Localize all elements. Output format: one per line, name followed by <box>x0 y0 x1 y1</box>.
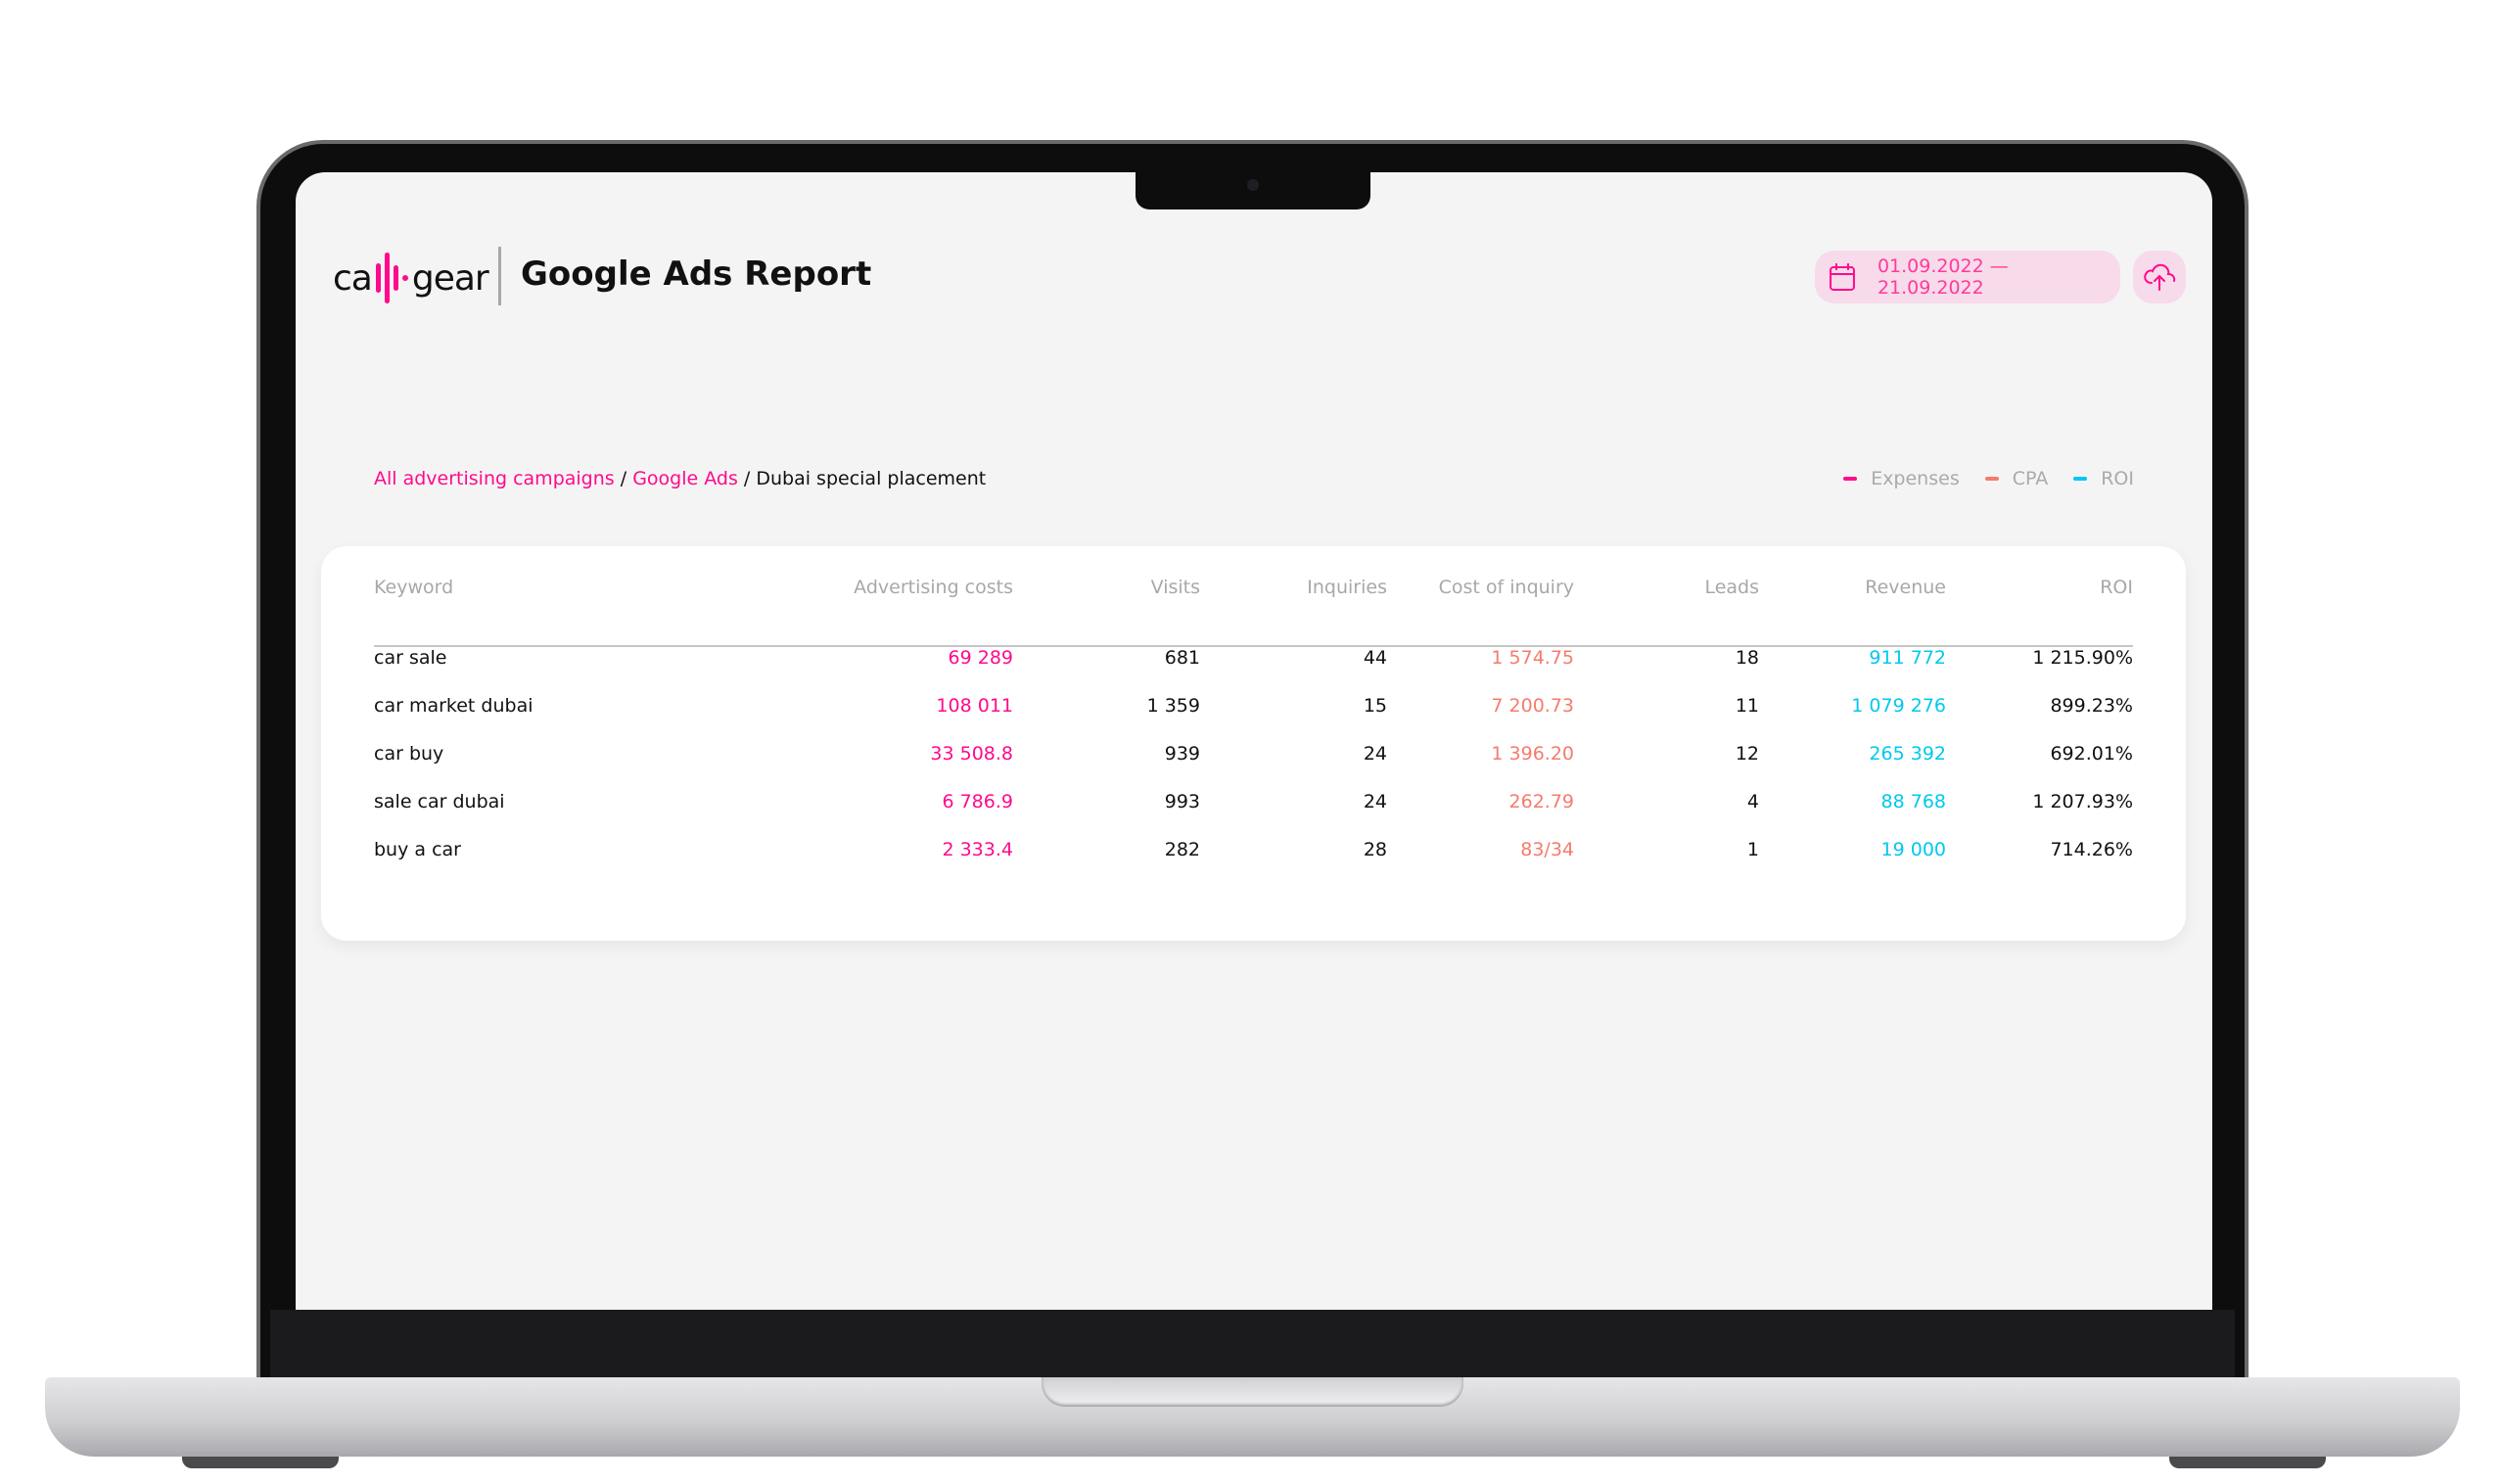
camera <box>1247 179 1259 191</box>
column-header-keyword[interactable]: Keyword <box>374 577 453 598</box>
cloud-upload-icon <box>2144 263 2176 291</box>
camera-notch <box>1136 172 1370 209</box>
cell-keyword: sale car dubai <box>374 791 505 812</box>
page-title: Google Ads Report <box>521 255 872 294</box>
cell-roi: 714.26% <box>2050 839 2133 860</box>
breadcrumb-current: Dubai special placement <box>756 468 987 489</box>
legend: Expenses CPA ROI <box>1843 468 2134 489</box>
column-header-visits[interactable]: Visits <box>1151 577 1200 598</box>
cell-inquiries: 24 <box>1363 791 1387 812</box>
table-row[interactable]: buy a car 2 333.4 282 28 83/34 1 19 000 714.26% <box>374 839 2133 868</box>
legend-item-roi[interactable]: ROI <box>2073 468 2134 489</box>
upload-button[interactable] <box>2133 251 2186 303</box>
cell-inquiries: 44 <box>1363 647 1387 669</box>
cell-keyword: car sale <box>374 647 447 669</box>
breadcrumb-link[interactable]: All advertising campaigns <box>374 468 615 489</box>
cell-advertising-costs: 69 289 <box>948 647 1013 669</box>
cell-revenue: 911 772 <box>1869 647 1946 669</box>
callgear-logo: ca gear <box>333 249 489 307</box>
cell-visits: 282 <box>1164 839 1200 860</box>
table-row[interactable]: car buy 33 508.8 939 24 1 396.20 12 265 392 692… <box>374 743 2133 772</box>
cell-keyword: car buy <box>374 743 444 765</box>
cell-roi: 899.23% <box>2050 695 2133 717</box>
cell-revenue: 19 000 <box>1880 839 1946 860</box>
cell-leads: 4 <box>1746 791 1759 812</box>
column-header-revenue[interactable]: Revenue <box>1865 577 1946 598</box>
laptop-hinge <box>1042 1377 1463 1407</box>
cell-visits: 939 <box>1164 743 1200 765</box>
cell-visits: 681 <box>1164 647 1200 669</box>
laptop-foot <box>182 1457 339 1468</box>
cell-cost-of-inquiry: 83/34 <box>1520 839 1574 860</box>
cell-revenue: 1 079 276 <box>1851 695 1946 717</box>
keyword-table: Keyword Advertising costs Visits Inquiries C… <box>321 546 2186 941</box>
header-divider <box>498 247 501 305</box>
column-header-advertising-costs[interactable]: Advertising costs <box>854 577 1013 598</box>
breadcrumb: All advertising campaigns / Google Ads /… <box>374 468 987 489</box>
cell-advertising-costs: 108 011 <box>936 695 1013 717</box>
screen: ca gear Google Ads Report 01.09.2022 — 21… <box>296 172 2212 1310</box>
cell-inquiries: 15 <box>1363 695 1387 717</box>
cell-visits: 1 359 <box>1146 695 1200 717</box>
cell-cost-of-inquiry: 7 200.73 <box>1491 695 1574 717</box>
table-header: Keyword Advertising costs Visits Inquiries C… <box>374 577 2133 606</box>
breadcrumb-link[interactable]: Google Ads <box>632 468 738 489</box>
cell-revenue: 88 768 <box>1880 791 1946 812</box>
cell-leads: 11 <box>1735 695 1759 717</box>
cell-advertising-costs: 33 508.8 <box>930 743 1013 765</box>
column-header-roi[interactable]: ROI <box>2100 577 2133 598</box>
cell-roi: 1 215.90% <box>2032 647 2133 669</box>
laptop-foot <box>2169 1457 2326 1468</box>
cell-revenue: 265 392 <box>1869 743 1946 765</box>
legend-item-cpa[interactable]: CPA <box>1984 468 2048 489</box>
cell-roi: 692.01% <box>2050 743 2133 765</box>
cell-roi: 1 207.93% <box>2032 791 2133 812</box>
cell-inquiries: 24 <box>1363 743 1387 765</box>
date-range-picker[interactable]: 01.09.2022 — 21.09.2022 <box>1815 251 2120 303</box>
cell-advertising-costs: 2 333.4 <box>942 839 1013 860</box>
column-header-cost-of-inquiry[interactable]: Cost of inquiry <box>1439 577 1574 598</box>
column-header-leads[interactable]: Leads <box>1704 577 1759 598</box>
cell-inquiries: 28 <box>1363 839 1387 860</box>
cell-visits: 993 <box>1164 791 1200 812</box>
cell-leads: 18 <box>1735 647 1759 669</box>
calendar-icon <box>1829 263 1855 291</box>
cell-cost-of-inquiry: 1 396.20 <box>1491 743 1574 765</box>
cell-cost-of-inquiry: 1 574.75 <box>1491 647 1574 669</box>
cell-keyword: buy a car <box>374 839 461 860</box>
cell-keyword: car market dubai <box>374 695 533 717</box>
cell-cost-of-inquiry: 262.79 <box>1508 791 1574 812</box>
table-row[interactable]: sale car dubai 6 786.9 993 24 262.79 4 88 768 1… <box>374 791 2133 820</box>
column-header-inquiries[interactable]: Inquiries <box>1307 577 1387 598</box>
date-range-text: 01.09.2022 — 21.09.2022 <box>1877 255 2009 299</box>
cell-leads: 1 <box>1746 839 1759 860</box>
cell-advertising-costs: 6 786.9 <box>942 791 1013 812</box>
legend-item-expenses[interactable]: Expenses <box>1843 468 1960 489</box>
table-row[interactable]: car market dubai 108 011 1 359 15 7 200.73 11… <box>374 695 2133 724</box>
laptop-chin <box>270 1310 2235 1377</box>
table-row[interactable]: car sale 69 289 681 44 1 574.75 18 911 772 1 21… <box>374 647 2133 676</box>
cell-leads: 12 <box>1735 743 1759 765</box>
